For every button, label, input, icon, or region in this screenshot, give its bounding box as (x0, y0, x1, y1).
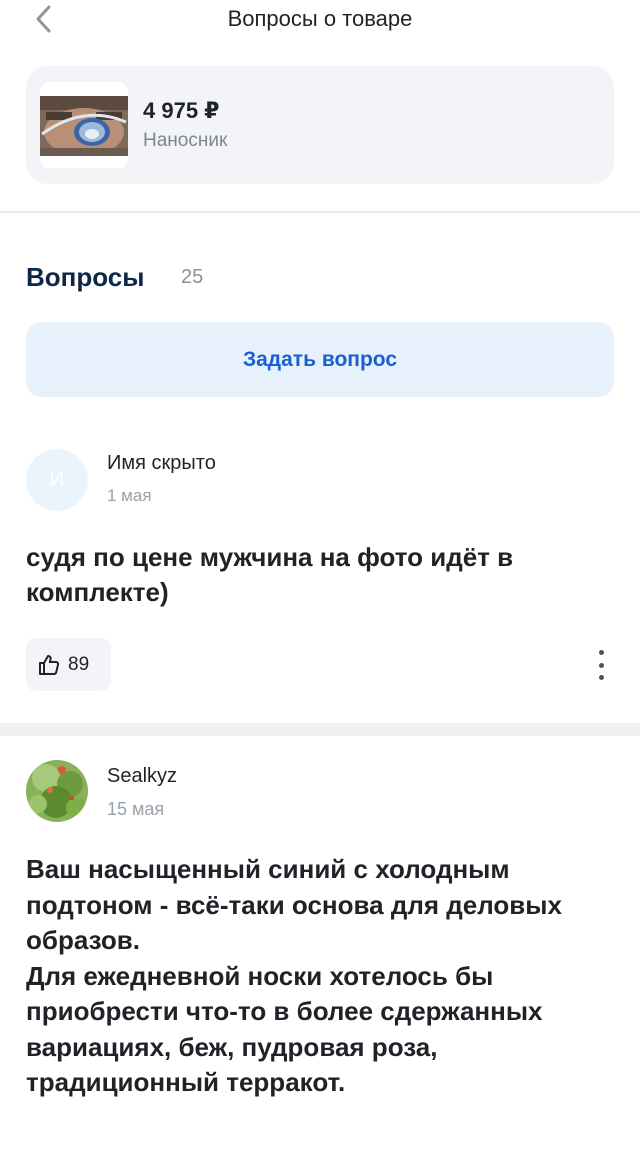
avatar (26, 760, 88, 822)
ask-question-button[interactable]: Задать вопрос (26, 322, 614, 397)
thumbs-up-icon (39, 654, 60, 675)
more-options-button[interactable] (590, 646, 612, 684)
product-price: 4 975 ₽ (143, 98, 220, 123)
section-divider (0, 723, 640, 736)
question-date: 15 мая (107, 799, 165, 819)
product-name: Наносник (143, 130, 228, 151)
page-title: Вопросы о товаре (227, 6, 413, 31)
section-title: Вопросы (26, 262, 145, 292)
more-vertical-icon (598, 650, 604, 655)
question-author: Имя скрыто (107, 452, 216, 474)
like-count: 89 (68, 653, 90, 675)
avatar: И (26, 449, 88, 511)
top-bar: Вопросы о товаре (0, 0, 640, 40)
questions-count: 25 (181, 266, 204, 288)
divider (0, 211, 640, 213)
question-text: Ваш насыщенный синий с холодным подтоном… (26, 854, 562, 1097)
avatar-letter: И (49, 468, 65, 491)
product-card[interactable]: 4 975 ₽ Наносник (26, 66, 614, 184)
like-button[interactable]: 89 (26, 638, 111, 691)
question-text: судя по цене мужчина на фото идёт в комп… (26, 542, 514, 607)
question-author: Sealkyz (107, 765, 178, 787)
question-date: 1 мая (107, 486, 152, 505)
product-thumbnail (40, 82, 128, 168)
